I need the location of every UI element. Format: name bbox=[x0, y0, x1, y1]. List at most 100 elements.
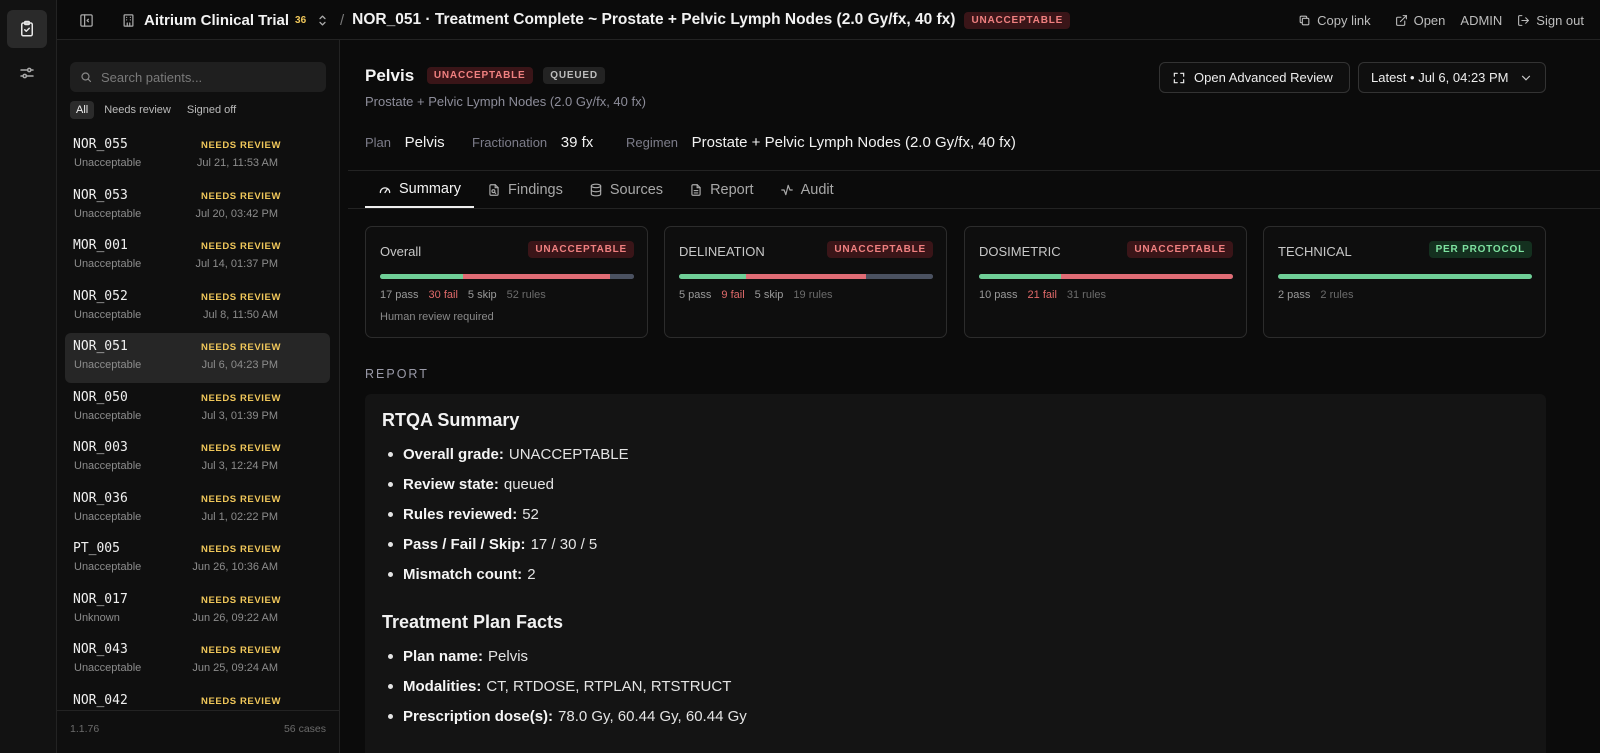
patient-timestamp: Jul 8, 11:50 AM bbox=[202, 308, 278, 321]
filter-all[interactable]: All bbox=[70, 101, 95, 119]
database-icon bbox=[589, 183, 610, 197]
user-label[interactable]: ADMIN bbox=[1460, 13, 1502, 28]
card-stats: 5 pass 9 fail 5 skip 19 rules bbox=[679, 289, 833, 301]
patient-row[interactable]: NOR_051 NEEDS REVIEW Unacceptable Jul 6, 04… bbox=[65, 333, 330, 383]
tab-sources[interactable]: Sources bbox=[576, 171, 676, 208]
chevron-updown-icon bbox=[315, 13, 330, 28]
card-title: TECHNICAL bbox=[1278, 244, 1352, 259]
score-cards: Overall UNACCEPTABLE 17 pass 30 fail 5 skip 5… bbox=[365, 226, 1546, 338]
result-bar bbox=[979, 274, 1233, 279]
patient-row[interactable]: MOR_001 NEEDS REVIEW Unacceptable Jul 14, 0… bbox=[65, 232, 330, 282]
patient-row[interactable]: NOR_055 NEEDS REVIEW Unacceptable Jul 21, 1… bbox=[65, 131, 330, 181]
review-status-badge: NEEDS REVIEW bbox=[201, 443, 282, 454]
regimen-label: Regimen bbox=[626, 135, 679, 150]
case-count: 56 cases bbox=[283, 723, 326, 735]
search-box[interactable] bbox=[70, 62, 326, 92]
open-label: Open bbox=[1413, 12, 1446, 28]
patient-timestamp: Jul 14, 01:37 PM bbox=[195, 258, 278, 270]
tab-summary[interactable]: Summary bbox=[365, 171, 475, 208]
page-subtitle: Prostate + Pelvic Lymph Nodes (2.0 Gy/fx… bbox=[365, 94, 646, 109]
review-status-badge: NEEDS REVIEW bbox=[201, 342, 282, 353]
top-actions: Copy link Open ADMIN Sign out bbox=[1298, 0, 1584, 40]
score-card[interactable]: TECHNICAL PER PROTOCOL 2 pass 2 rules bbox=[1263, 226, 1546, 338]
main-panel: Pelvis UNACCEPTABLE QUEUED Prostate + Pe… bbox=[340, 40, 1600, 753]
copy-link-button[interactable]: Copy link bbox=[1298, 12, 1371, 28]
report-panel: RTQA Summary Overall grade: UNACCEPTABLE R… bbox=[365, 394, 1546, 753]
card-stats: 2 pass 2 rules bbox=[1278, 289, 1353, 301]
search-input[interactable] bbox=[101, 69, 311, 85]
plan-label: Plan bbox=[365, 135, 392, 150]
bar-pass-segment bbox=[1278, 274, 1532, 279]
patient-id: NOR_036 bbox=[73, 490, 128, 506]
patient-sidebar: All Needs review Signed off NOR_055 NEEDS… bbox=[57, 40, 340, 753]
filter-needs-review[interactable]: Needs review bbox=[98, 101, 177, 119]
tab-findings[interactable]: Findings bbox=[474, 171, 576, 208]
report-item-key: Prescription dose(s): bbox=[403, 707, 554, 725]
bar-pass-segment bbox=[979, 274, 1061, 279]
patient-id: NOR_052 bbox=[73, 288, 128, 304]
rules-count: 2 rules bbox=[1320, 289, 1354, 301]
score-card[interactable]: DOSIMETRIC UNACCEPTABLE 10 pass 21 fail 31 r… bbox=[964, 226, 1247, 338]
bar-fail-segment bbox=[745, 274, 867, 279]
report-item-key: Mismatch count: bbox=[403, 565, 523, 583]
fractionation-label: Fractionation bbox=[472, 135, 548, 150]
patient-row[interactable]: NOR_043 NEEDS REVIEW Unacceptable Jun 25, 0… bbox=[65, 636, 330, 686]
patient-row[interactable]: NOR_050 NEEDS REVIEW Unacceptable Jul 3, 01… bbox=[65, 384, 330, 434]
building-icon bbox=[121, 13, 136, 28]
meta-plan: Plan Pelvis bbox=[365, 134, 445, 151]
sign-out-button[interactable]: Sign out bbox=[1517, 13, 1584, 28]
tab-summary-label: Summary bbox=[399, 180, 462, 197]
skip-count: 5 skip bbox=[467, 289, 497, 301]
patient-row[interactable]: NOR_036 NEEDS REVIEW Unacceptable Jul 1, 02… bbox=[65, 485, 330, 535]
patient-timestamp: Jun 26, 10:36 AM bbox=[192, 561, 278, 573]
copy-link-label: Copy link bbox=[1317, 12, 1371, 28]
result-bar bbox=[1278, 274, 1532, 279]
patient-row[interactable]: NOR_017 NEEDS REVIEW Unknown Jun 26, 09:22 … bbox=[65, 586, 330, 636]
patient-id: NOR_043 bbox=[73, 642, 128, 657]
summary-list: Overall grade: UNACCEPTABLE Review state: q… bbox=[382, 439, 629, 589]
patient-row[interactable]: PT_005 NEEDS REVIEW Unacceptable Jun 26, 10… bbox=[65, 535, 330, 585]
rules-count: 19 rules bbox=[793, 289, 833, 301]
card-title: DELINEATION bbox=[679, 244, 765, 259]
app-version: 1.1.76 bbox=[70, 723, 100, 735]
score-card[interactable]: DELINEATION UNACCEPTABLE 5 pass 9 fail 5 ski… bbox=[664, 226, 947, 338]
copy-icon bbox=[1298, 14, 1317, 27]
open-button[interactable]: Open bbox=[1395, 12, 1446, 28]
review-status-badge: NEEDS REVIEW bbox=[201, 140, 282, 151]
tab-audit[interactable]: Audit bbox=[767, 171, 847, 208]
filter-signed-off[interactable]: Signed off bbox=[181, 101, 242, 119]
rules-count: 31 rules bbox=[1066, 289, 1107, 301]
score-card[interactable]: Overall UNACCEPTABLE 17 pass 30 fail 5 skip 5… bbox=[365, 226, 648, 338]
card-note: Human review required bbox=[380, 311, 494, 323]
patient-grade: Unacceptable bbox=[74, 510, 142, 523]
report-item: Overall grade: UNACCEPTABLE bbox=[382, 439, 629, 469]
report-item-value: 2 bbox=[527, 565, 536, 583]
patient-row[interactable]: NOR_052 NEEDS REVIEW Unacceptable Jul 8, 11… bbox=[65, 283, 330, 333]
bar-pass-segment bbox=[380, 274, 464, 279]
open-advanced-review-button[interactable]: Open Advanced Review bbox=[1159, 62, 1350, 93]
patient-id: NOR_055 bbox=[73, 137, 128, 152]
activity-icon bbox=[780, 183, 801, 197]
patient-grade: Unacceptable bbox=[74, 460, 142, 472]
patient-timestamp: Jun 26, 09:22 AM bbox=[192, 611, 278, 624]
plan-title: Pelvis bbox=[365, 66, 415, 85]
version-select[interactable]: Latest • Jul 6, 04:23 PM bbox=[1358, 62, 1546, 93]
patient-row[interactable]: NOR_053 NEEDS REVIEW Unacceptable Jul 20, 0… bbox=[65, 182, 330, 232]
project-switcher[interactable]: Aitrium Clinical Trial 36 bbox=[121, 0, 330, 40]
facts-list: Plan name: Pelvis Modalities: CT, RTDOSE, R… bbox=[382, 641, 747, 731]
sidebar-toggle-icon[interactable] bbox=[79, 0, 94, 40]
review-status-badge: NEEDS REVIEW bbox=[201, 544, 282, 555]
report-item: Rules reviewed: 52 bbox=[382, 499, 629, 529]
patient-row[interactable]: NOR_003 NEEDS REVIEW Unacceptable Jul 3, 12… bbox=[65, 434, 330, 484]
clipboard-check-icon[interactable] bbox=[7, 10, 47, 48]
review-status-badge: NEEDS REVIEW bbox=[201, 392, 282, 404]
card-title: DOSIMETRIC bbox=[979, 244, 1061, 259]
patient-id: NOR_050 bbox=[73, 389, 128, 405]
version-select-value: Latest • Jul 6, 04:23 PM bbox=[1371, 70, 1509, 85]
report-item-key: Review state: bbox=[403, 475, 499, 493]
sliders-icon[interactable] bbox=[7, 54, 47, 92]
report-item: Pass / Fail / Skip: 17 / 30 / 5 bbox=[382, 529, 629, 559]
patient-grade: Unknown bbox=[74, 611, 120, 624]
card-grade-badge: PER PROTOCOL bbox=[1428, 241, 1532, 258]
tab-report[interactable]: Report bbox=[676, 171, 767, 208]
